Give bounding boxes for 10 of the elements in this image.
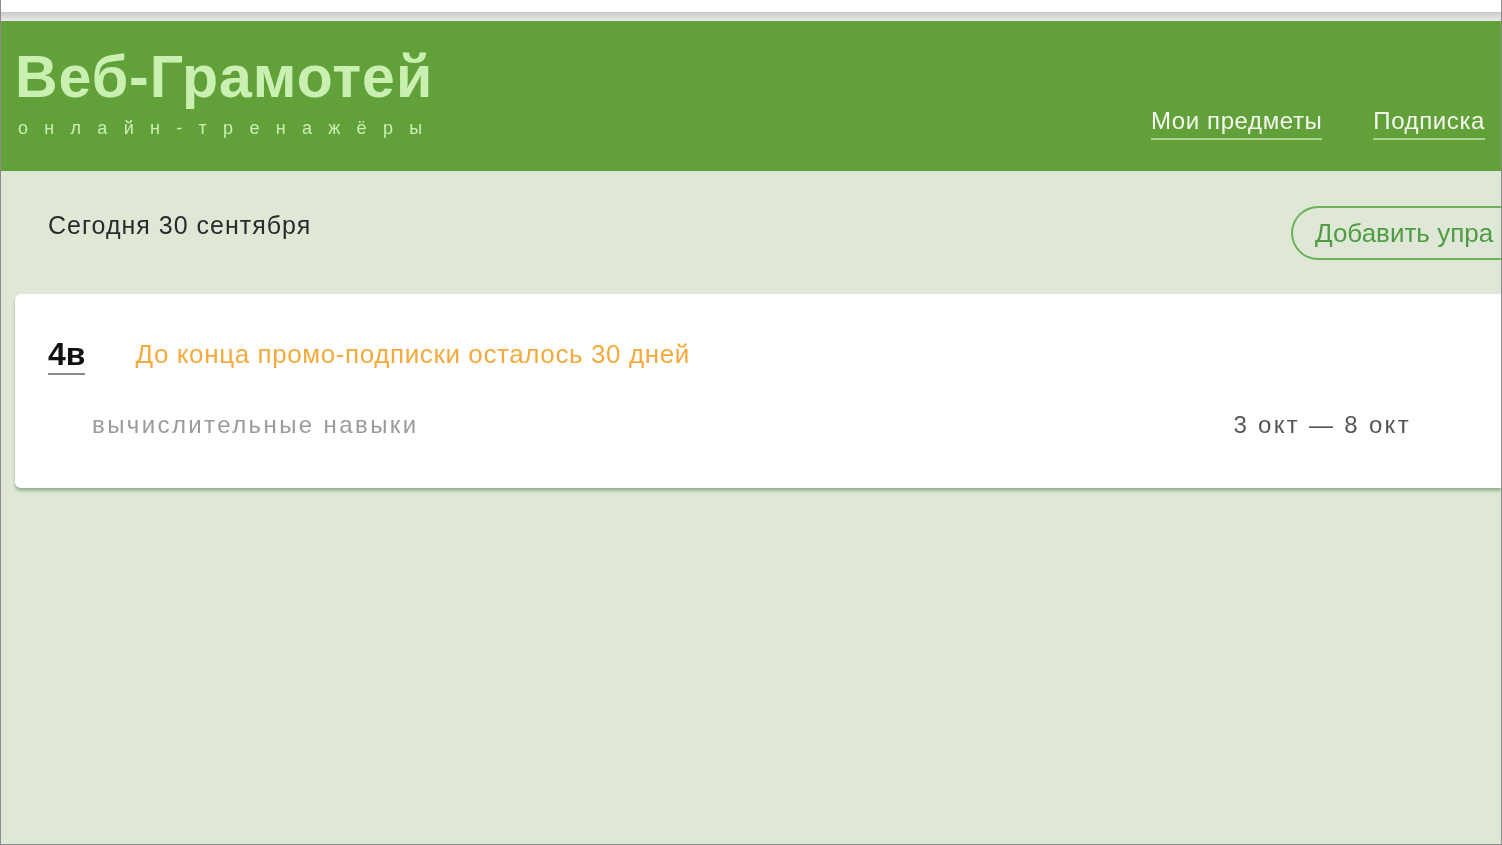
date-range: 3 окт — 8 окт — [1233, 411, 1411, 439]
subject-name: вычислительные навыки — [92, 411, 419, 439]
nav-link[interactable]: Подписка — [1373, 107, 1485, 140]
site-logo[interactable]: Веб-Грамотей — [15, 44, 439, 110]
add-exercise-button[interactable]: Добавить упра — [1291, 206, 1501, 260]
nav-link[interactable]: Мои предметы — [1151, 107, 1323, 140]
class-name-link[interactable]: 4в — [48, 336, 86, 375]
today-date: Сегодня 30 сентября — [48, 211, 312, 239]
promo-notice: До конца промо-подписки осталось 30 дней — [135, 338, 690, 371]
site-tagline: онлайн-тренажёры — [17, 117, 439, 139]
